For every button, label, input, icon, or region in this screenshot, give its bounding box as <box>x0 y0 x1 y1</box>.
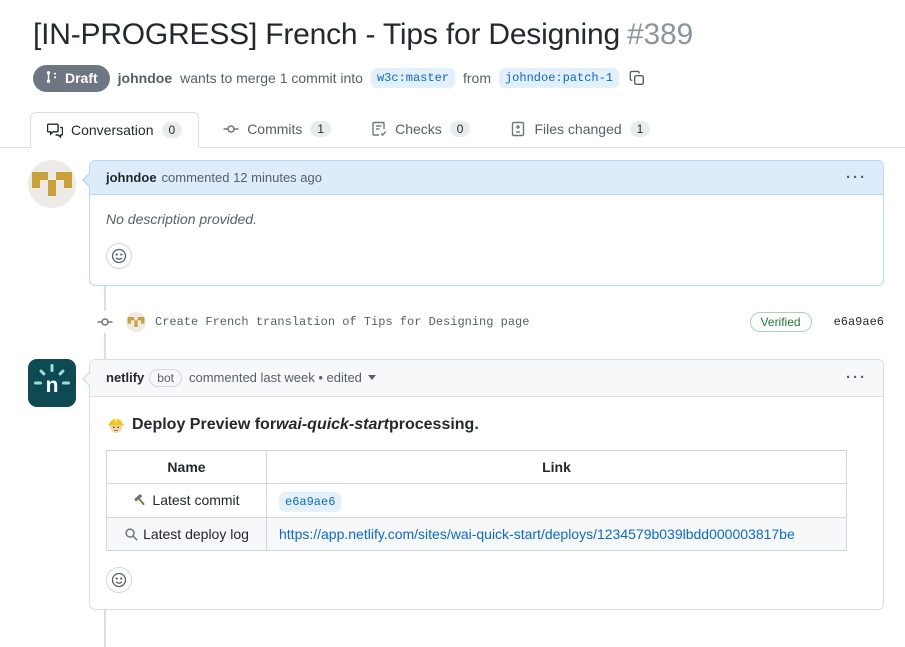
commit-sha-link[interactable]: e6a9ae6 <box>834 315 884 329</box>
tab-commits-label: Commits <box>247 121 302 137</box>
comment-meta: commented last week • edited <box>189 370 362 385</box>
table-header-row: Name Link <box>107 450 847 483</box>
column-header-link: Link <box>267 450 847 483</box>
page-title: [IN-PROGRESS] French - Tips for Designin… <box>33 16 872 54</box>
comment-box: johndoe commented 12 minutes ago No desc… <box>89 160 884 286</box>
deploy-commit-sha-link[interactable]: e6a9ae6 <box>279 492 341 512</box>
verified-badge[interactable]: Verified <box>750 312 812 332</box>
pr-tabs-bar: Conversation 0 Commits 1 Checks 0 <box>0 112 905 148</box>
tab-files-changed[interactable]: Files changed 1 <box>494 112 666 147</box>
comment-discussion-icon <box>47 122 63 138</box>
avatar[interactable] <box>28 160 76 208</box>
row-name: Latest commit <box>152 492 239 508</box>
copy-icon[interactable] <box>629 70 645 86</box>
base-branch-label[interactable]: w3c:master <box>371 68 455 88</box>
comment-meta: commented 12 minutes ago <box>162 170 322 185</box>
deploy-preview-heading: Deploy Preview for wai-quick-start proce… <box>106 415 867 435</box>
commit-message-link[interactable]: Create French translation of Tips for De… <box>155 315 529 329</box>
pr-title-text: [IN-PROGRESS] French - Tips for Designin… <box>33 18 620 51</box>
heading-prefix: Deploy Preview for <box>132 416 276 434</box>
table-row: Latest deploy log https://app.netlify.co… <box>107 517 847 550</box>
deploy-table: Name Link <box>106 450 847 551</box>
edited-dropdown-icon[interactable] <box>368 375 376 380</box>
site-name: wai-quick-start <box>276 416 389 434</box>
pr-author-link[interactable]: johndoe <box>118 70 172 86</box>
avatar[interactable] <box>126 312 146 332</box>
deploy-log-link[interactable]: https://app.netlify.com/sites/wai-quick-… <box>279 526 795 542</box>
comment-body: Deploy Preview for wai-quick-start proce… <box>90 397 883 609</box>
comment-text: No description provided. <box>106 211 257 227</box>
kebab-menu-icon[interactable] <box>846 370 867 385</box>
tab-conversation[interactable]: Conversation 0 <box>30 112 199 148</box>
tab-files-changed-count: 1 <box>630 121 651 137</box>
column-header-name: Name <box>107 450 267 483</box>
tab-checks-count: 0 <box>450 121 471 137</box>
tab-commits-count: 1 <box>310 121 331 137</box>
hammer-icon <box>133 493 148 508</box>
tab-commits[interactable]: Commits 1 <box>207 112 347 147</box>
git-pull-request-draft-icon <box>45 70 59 87</box>
comment-author[interactable]: netlify <box>106 370 144 385</box>
pull-request-page: [IN-PROGRESS] French - Tips for Designin… <box>0 0 905 647</box>
svg-text:n: n <box>46 374 59 397</box>
tab-checks-label: Checks <box>395 121 442 137</box>
magnifier-icon <box>124 527 139 542</box>
pr-meta-row: Draft johndoe wants to merge 1 commit in… <box>33 65 872 92</box>
add-reaction-button[interactable] <box>106 243 132 269</box>
kebab-menu-icon[interactable] <box>846 170 867 185</box>
pr-header: [IN-PROGRESS] French - Tips for Designin… <box>0 0 905 92</box>
latest-deploy-log-cell: Latest deploy log <box>107 517 267 550</box>
merge-text: wants to merge 1 commit into <box>180 70 363 86</box>
comment-body: No description provided. <box>90 195 883 285</box>
commit-row: Create French translation of Tips for De… <box>0 300 884 344</box>
pr-number: #389 <box>627 18 693 51</box>
head-branch-label[interactable]: johndoe:patch-1 <box>499 68 619 88</box>
git-commit-icon <box>97 311 113 333</box>
table-row: Latest commit e6a9ae6 <box>107 483 847 517</box>
bot-badge: bot <box>149 369 182 387</box>
tab-files-changed-label: Files changed <box>534 121 621 137</box>
comment-netlify: n netlify bot commented last week • edit… <box>89 359 884 610</box>
git-commit-icon <box>223 121 239 137</box>
construction-worker-icon <box>106 415 126 435</box>
tab-conversation-label: Conversation <box>71 122 154 138</box>
file-diff-icon <box>510 121 526 137</box>
deploy-log-link-cell: https://app.netlify.com/sites/wai-quick-… <box>267 517 847 550</box>
comment-box: netlify bot commented last week • edited <box>89 359 884 610</box>
tab-checks[interactable]: Checks 0 <box>355 112 486 147</box>
comment-johndoe: johndoe commented 12 minutes ago No desc… <box>89 160 884 286</box>
from-text: from <box>463 70 491 86</box>
comment-author[interactable]: johndoe <box>106 170 157 185</box>
heading-suffix: processing. <box>389 416 479 434</box>
draft-badge-label: Draft <box>65 70 98 86</box>
latest-commit-link-cell: e6a9ae6 <box>267 483 847 517</box>
comment-header: johndoe commented 12 minutes ago <box>90 161 883 195</box>
netlify-avatar[interactable]: n <box>28 359 76 407</box>
pr-timeline: johndoe commented 12 minutes ago No desc… <box>0 160 905 610</box>
comment-header: netlify bot commented last week • edited <box>90 360 883 397</box>
checklist-icon <box>371 121 387 137</box>
row-name: Latest deploy log <box>143 526 249 542</box>
add-reaction-button[interactable] <box>106 567 132 593</box>
latest-commit-cell: Latest commit <box>107 483 267 517</box>
tab-conversation-count: 0 <box>162 122 183 138</box>
draft-status-badge: Draft <box>33 65 110 92</box>
